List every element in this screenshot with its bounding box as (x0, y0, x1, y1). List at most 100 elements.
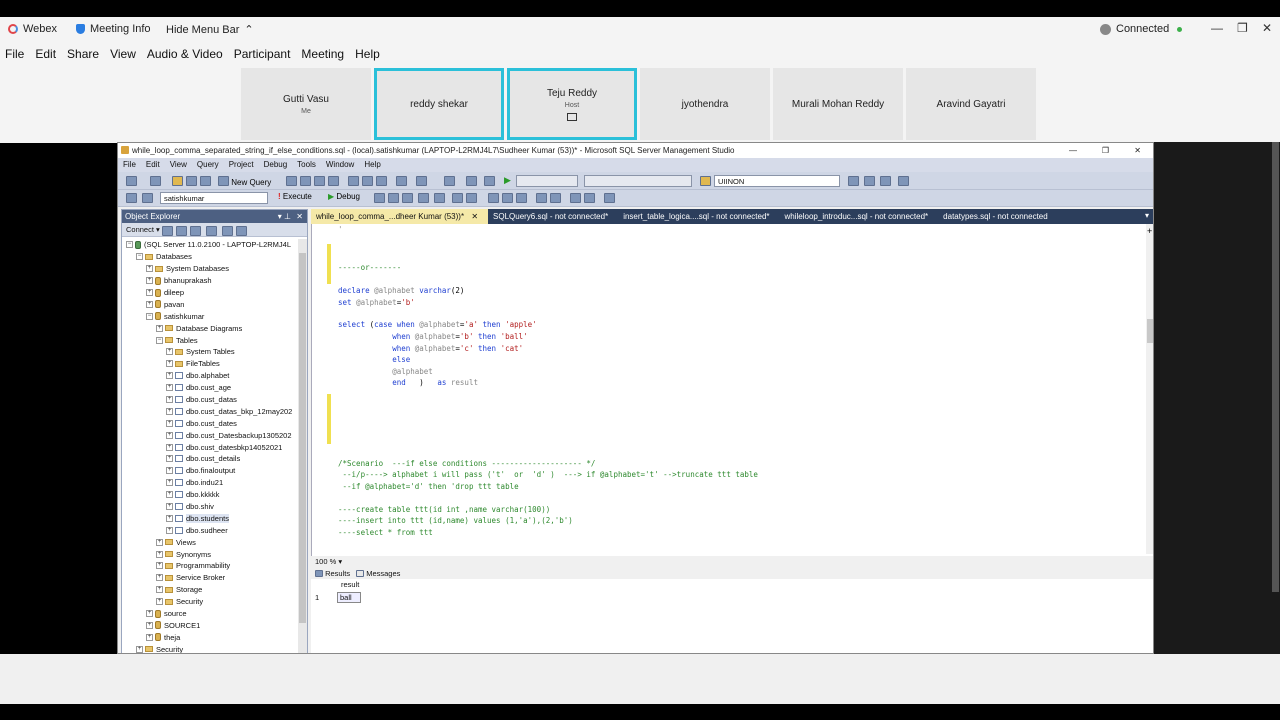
specify-values-icon[interactable] (604, 193, 615, 203)
tree-folder-node[interactable]: + Programmability (122, 560, 302, 572)
results-to-grid-icon[interactable] (502, 193, 513, 203)
ssms-menu-help[interactable]: Help (364, 158, 380, 172)
tree-db-node[interactable]: + theja (122, 631, 302, 643)
expand-icon[interactable]: + (166, 455, 173, 463)
ssms-close-icon[interactable]: ✕ (1134, 143, 1141, 158)
client-stats-icon[interactable] (466, 193, 477, 203)
tree-table-node[interactable]: + dbo.shiv (122, 501, 302, 513)
table-row[interactable]: 1 ball (315, 591, 361, 603)
save-icon[interactable] (186, 176, 197, 186)
expand-icon[interactable]: + (166, 384, 173, 392)
oe-summary-icon[interactable] (236, 226, 247, 236)
expand-icon[interactable]: + (136, 645, 143, 653)
expand-icon[interactable]: + (166, 514, 173, 522)
expand-icon[interactable]: + (166, 372, 173, 380)
ssms-restore-icon[interactable]: ❐ (1102, 143, 1109, 158)
menu-share[interactable]: Share (67, 47, 99, 61)
tree-db-node[interactable]: + bhanuprakash (122, 275, 302, 287)
tree-table-node[interactable]: + dbo.cust_datas_bkp_12may202 (122, 405, 302, 417)
expand-icon[interactable]: + (146, 277, 153, 285)
tree-db-node[interactable]: + dileep (122, 287, 302, 299)
tree-db-node[interactable]: + pavan (122, 298, 302, 310)
oe-disconnect-icon[interactable] (176, 226, 187, 236)
cancel-query-icon[interactable] (374, 193, 385, 203)
tree-folder-node[interactable]: + Security (122, 643, 302, 653)
ssms-menu-window[interactable]: Window (326, 158, 354, 172)
tree-databases-node[interactable]: − Databases (122, 251, 302, 263)
navigate-back-icon[interactable] (444, 176, 455, 186)
tree-table-node[interactable]: + dbo.indu21 (122, 477, 302, 489)
print-icon[interactable] (484, 176, 495, 186)
start-icon[interactable]: ▶ (504, 175, 511, 186)
scrollbar-thumb[interactable] (1147, 319, 1153, 343)
parse-icon[interactable] (388, 193, 399, 203)
tree-table-node-selected[interactable]: + dbo.students (122, 512, 302, 524)
tree-db-node[interactable]: + source (122, 608, 302, 620)
dmx-query-icon[interactable] (314, 176, 325, 186)
toolbox-icon[interactable] (864, 176, 875, 186)
mdx-query-icon[interactable] (300, 176, 311, 186)
expand-icon[interactable]: + (146, 621, 153, 629)
tree-table-node[interactable]: + dbo.cust_details (122, 453, 302, 465)
save-all-icon[interactable] (200, 176, 211, 186)
collapse-icon[interactable]: − (146, 312, 153, 320)
results-to-text-icon[interactable] (488, 193, 499, 203)
tree-folder-node[interactable]: − Tables (122, 334, 302, 346)
tree-folder-node[interactable]: + System Tables (122, 346, 302, 358)
increase-indent-icon[interactable] (584, 193, 595, 203)
expand-icon[interactable]: + (166, 407, 173, 415)
collapse-icon[interactable]: − (156, 336, 163, 344)
expand-icon[interactable]: + (156, 538, 163, 546)
tab-close-icon[interactable]: ✕ (471, 212, 478, 221)
find-combo[interactable]: UIINON (714, 175, 840, 187)
properties-icon[interactable] (848, 176, 859, 186)
tab-whileloop-intro[interactable]: whileloop_introduc...sql - not connected… (780, 209, 939, 224)
participant-tile[interactable]: Murali Mohan Reddy (773, 68, 903, 140)
collapse-icon[interactable]: − (126, 241, 133, 249)
tab-messages[interactable]: Messages (356, 568, 400, 579)
restore-icon[interactable]: ❐ (1237, 21, 1248, 35)
ssms-menu-project[interactable]: Project (229, 158, 254, 172)
cell-value[interactable]: ball (337, 591, 361, 603)
minimize-icon[interactable]: — (1211, 21, 1223, 35)
expand-icon[interactable]: + (166, 443, 173, 451)
participant-tile[interactable]: reddy shekar (374, 68, 504, 140)
tree-folder-node[interactable]: + Synonyms (122, 548, 302, 560)
participant-tile[interactable]: Teju Reddy Host (507, 68, 637, 140)
intellisense-icon[interactable] (434, 193, 445, 203)
meeting-info-button[interactable]: Meeting Info (76, 23, 151, 35)
expand-icon[interactable]: + (166, 431, 173, 439)
collapse-icon[interactable]: − (136, 253, 143, 261)
undo-icon[interactable] (396, 176, 407, 186)
ssms-minimize-icon[interactable]: — (1069, 143, 1077, 158)
expand-icon[interactable]: + (166, 503, 173, 511)
comment-icon[interactable] (536, 193, 547, 203)
menu-file[interactable]: File (5, 47, 24, 61)
navigate-forward-icon[interactable] (466, 176, 477, 186)
expand-icon[interactable]: + (166, 526, 173, 534)
ssms-menu-edit[interactable]: Edit (146, 158, 160, 172)
oe-connect-icon[interactable] (162, 226, 173, 236)
chevron-down-icon[interactable]: ▾ (338, 557, 342, 566)
connect-dropdown[interactable]: Connect ▾ (126, 225, 160, 234)
include-plan-icon[interactable] (452, 193, 463, 203)
expand-icon[interactable]: + (166, 419, 173, 427)
participant-tile[interactable]: Gutti Vasu Me (241, 68, 371, 140)
solution-config-combo[interactable] (516, 175, 578, 187)
right-scrollbar[interactable] (1272, 142, 1279, 592)
tab-results[interactable]: Results (315, 568, 350, 579)
results-to-file-icon[interactable] (516, 193, 527, 203)
cut-icon[interactable] (348, 176, 359, 186)
expand-icon[interactable]: + (146, 610, 153, 618)
column-header[interactable]: result (315, 580, 361, 591)
tab-overflow-icon[interactable]: ▾ (1145, 211, 1149, 220)
menu-meeting[interactable]: Meeting (301, 47, 344, 61)
oe-stop-icon[interactable] (206, 226, 217, 236)
tab-sqlquery6[interactable]: SQLQuery6.sql - not connected* (488, 209, 618, 224)
expand-icon[interactable]: + (146, 300, 153, 308)
db-query-icon[interactable] (286, 176, 297, 186)
paste-icon[interactable] (376, 176, 387, 186)
redo-icon[interactable] (416, 176, 427, 186)
expand-icon[interactable]: + (156, 324, 163, 332)
tree-folder-node[interactable]: + Views (122, 536, 302, 548)
